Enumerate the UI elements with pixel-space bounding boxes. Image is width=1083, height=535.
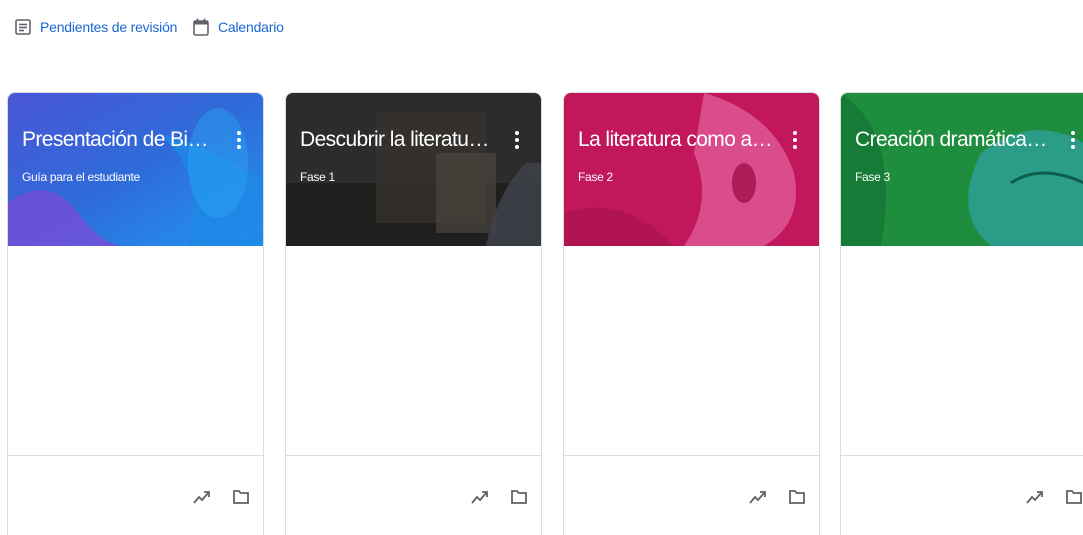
class-card: La literatura como art... Fase 2 xyxy=(563,92,820,535)
card-title[interactable]: Creación dramática, l... xyxy=(855,128,1050,152)
card-banner[interactable]: Presentación de Bien... Guía para el est… xyxy=(8,93,263,246)
calendar-link[interactable]: Calendario xyxy=(192,13,284,41)
trending-icon[interactable] xyxy=(748,488,768,506)
card-subtitle: Fase 2 xyxy=(578,170,613,184)
pending-review-label: Pendientes de revisión xyxy=(40,19,178,35)
folder-icon[interactable] xyxy=(788,488,806,506)
card-footer xyxy=(564,455,819,535)
more-vert-icon[interactable] xyxy=(507,127,527,153)
assignment-icon xyxy=(15,19,31,35)
folder-icon[interactable] xyxy=(510,488,528,506)
card-title[interactable]: La literatura como art... xyxy=(578,128,773,152)
trending-icon[interactable] xyxy=(1025,488,1045,506)
card-banner[interactable]: Creación dramática, l... Fase 3 xyxy=(841,93,1083,246)
class-card: Descubrir la literatura... Fase 1 xyxy=(285,92,542,535)
pending-review-link[interactable]: Pendientes de revisión xyxy=(14,13,177,41)
more-vert-icon[interactable] xyxy=(1063,127,1083,153)
class-card: Creación dramática, l... Fase 3 xyxy=(840,92,1083,535)
card-title[interactable]: Presentación de Bien... xyxy=(22,128,217,152)
card-subtitle: Guía para el estudiante xyxy=(22,170,140,184)
class-card: Presentación de Bien... Guía para el est… xyxy=(7,92,264,535)
card-subtitle: Fase 3 xyxy=(855,170,890,184)
more-vert-icon[interactable] xyxy=(785,127,805,153)
trending-icon[interactable] xyxy=(192,488,212,506)
card-banner[interactable]: La literatura como art... Fase 2 xyxy=(564,93,819,246)
calendar-label: Calendario xyxy=(218,19,284,35)
card-subtitle: Fase 1 xyxy=(300,170,335,184)
folder-icon[interactable] xyxy=(232,488,250,506)
more-vert-icon[interactable] xyxy=(229,127,249,153)
folder-icon[interactable] xyxy=(1065,488,1083,506)
card-banner[interactable]: Descubrir la literatura... Fase 1 xyxy=(286,93,541,246)
calendar-icon xyxy=(193,18,209,36)
top-toolbar: Pendientes de revisión Calendario xyxy=(0,0,1083,60)
card-footer xyxy=(8,455,263,535)
card-footer xyxy=(841,455,1083,535)
card-title[interactable]: Descubrir la literatura... xyxy=(300,128,495,152)
trending-icon[interactable] xyxy=(470,488,490,506)
card-footer xyxy=(286,455,541,535)
